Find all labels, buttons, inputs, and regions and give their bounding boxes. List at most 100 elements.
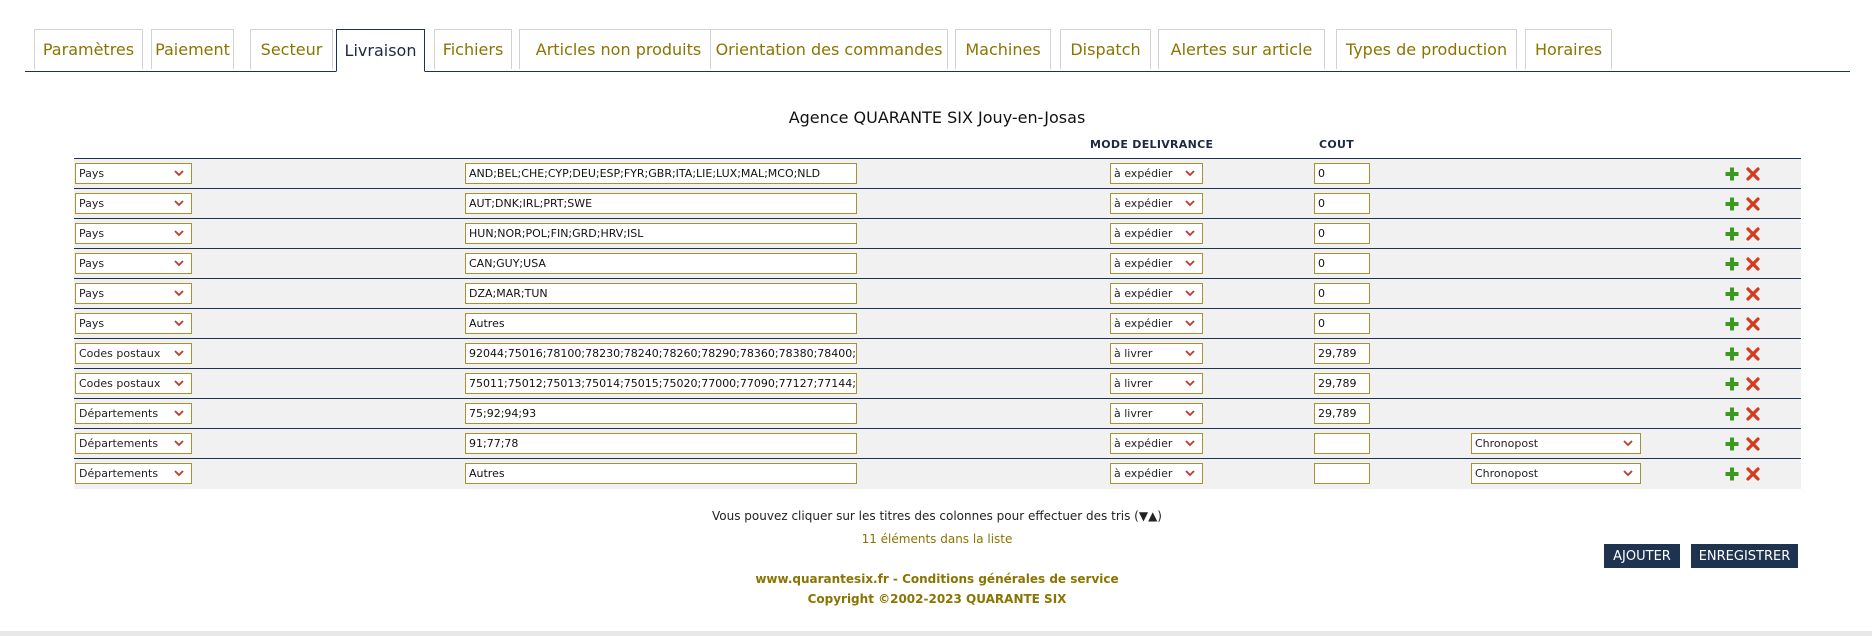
table-row: Départements 75;92;94;93 à livrer 29,789 xyxy=(74,398,1801,428)
plus-icon[interactable] xyxy=(1724,226,1740,242)
tab-orientation-des-commandes[interactable]: Orientation des commandes xyxy=(710,29,948,69)
close-icon[interactable] xyxy=(1745,436,1761,452)
criteria-values-input[interactable]: Autres xyxy=(465,313,857,334)
cost-input[interactable]: 29,789 xyxy=(1314,343,1370,364)
tab-paiement[interactable]: Paiement xyxy=(151,29,234,69)
criteria-values-input[interactable]: 75;92;94;93 xyxy=(465,403,857,424)
close-icon[interactable] xyxy=(1745,316,1761,332)
delivery-mode-select[interactable]: à expédier xyxy=(1110,283,1203,304)
criteria-values-input[interactable]: 91;77;78 xyxy=(465,433,857,454)
criteria-type-select[interactable]: Pays xyxy=(75,253,192,274)
criteria-values-input[interactable]: CAN;GUY;USA xyxy=(465,253,857,274)
delivery-mode-select[interactable]: à expédier xyxy=(1110,253,1203,274)
tab-paramètres[interactable]: Paramètres xyxy=(34,29,143,69)
criteria-type-select[interactable]: Pays xyxy=(75,313,192,334)
delivery-mode-select[interactable]: à expédier xyxy=(1110,193,1203,214)
close-icon[interactable] xyxy=(1745,376,1761,392)
cost-input[interactable]: 29,789 xyxy=(1314,403,1370,424)
column-header-cout[interactable]: COUT xyxy=(1319,138,1354,151)
plus-icon[interactable] xyxy=(1724,196,1740,212)
criteria-type-select[interactable]: Départements xyxy=(75,433,192,454)
tab-alertes-sur-article[interactable]: Alertes sur article xyxy=(1158,29,1325,69)
cost-input[interactable] xyxy=(1314,463,1370,484)
cost-input[interactable]: 0 xyxy=(1314,313,1370,334)
criteria-type-select[interactable]: Codes postaux xyxy=(75,343,192,364)
delivery-mode-value: à expédier xyxy=(1114,317,1173,330)
tab-dispatch[interactable]: Dispatch xyxy=(1060,29,1151,69)
close-icon[interactable] xyxy=(1745,256,1761,272)
tab-articles-non-produits[interactable]: Articles non produits xyxy=(519,29,718,69)
cost-input[interactable]: 0 xyxy=(1314,193,1370,214)
tab-horaires[interactable]: Horaires xyxy=(1525,29,1612,69)
cost-input[interactable]: 0 xyxy=(1314,163,1370,184)
add-button[interactable]: AJOUTER xyxy=(1604,544,1680,568)
criteria-type-value: Pays xyxy=(79,197,105,210)
carrier-select[interactable]: Chronopost xyxy=(1471,433,1641,454)
plus-icon[interactable] xyxy=(1724,436,1740,452)
criteria-values-input[interactable]: Autres xyxy=(465,463,857,484)
plus-icon[interactable] xyxy=(1724,286,1740,302)
criteria-type-value: Pays xyxy=(79,227,105,240)
save-button[interactable]: ENREGISTRER xyxy=(1691,544,1798,568)
delivery-mode-select[interactable]: à livrer xyxy=(1110,373,1203,394)
criteria-values-input[interactable]: 75011;75012;75013;75014;75015;75020;7700… xyxy=(465,373,857,394)
carrier-select[interactable]: Chronopost xyxy=(1471,463,1641,484)
criteria-values-input[interactable]: AND;BEL;CHE;CYP;DEU;ESP;FYR;GBR;ITA;LIE;… xyxy=(465,163,857,184)
delivery-mode-select[interactable]: à expédier xyxy=(1110,313,1203,334)
chevron-down-icon xyxy=(173,227,185,239)
criteria-type-select[interactable]: Départements xyxy=(75,463,192,484)
plus-icon[interactable] xyxy=(1724,256,1740,272)
tab-livraison[interactable]: Livraison xyxy=(336,29,425,72)
close-icon[interactable] xyxy=(1745,286,1761,302)
criteria-values-input[interactable]: AUT;DNK;IRL;PRT;SWE xyxy=(465,193,857,214)
delivery-mode-select[interactable]: à expédier xyxy=(1110,463,1203,484)
delivery-mode-select[interactable]: à livrer xyxy=(1110,403,1203,424)
plus-icon[interactable] xyxy=(1724,346,1740,362)
criteria-type-select[interactable]: Pays xyxy=(75,223,192,244)
chevron-down-icon xyxy=(1184,227,1196,239)
criteria-values-input[interactable]: DZA;MAR;TUN xyxy=(465,283,857,304)
delivery-mode-select[interactable]: à expédier xyxy=(1110,163,1203,184)
cost-input[interactable] xyxy=(1314,433,1370,454)
tab-bar: Paramètres Paiement Secteur Livraison Fichie… xyxy=(25,28,1850,72)
cost-input[interactable]: 0 xyxy=(1314,223,1370,244)
criteria-type-select[interactable]: Codes postaux xyxy=(75,373,192,394)
plus-icon[interactable] xyxy=(1724,406,1740,422)
close-icon[interactable] xyxy=(1745,196,1761,212)
delivery-mode-select[interactable]: à livrer xyxy=(1110,343,1203,364)
column-header-mode[interactable]: MODE DELIVRANCE xyxy=(1090,138,1213,151)
tab-machines[interactable]: Machines xyxy=(955,29,1051,69)
criteria-type-select[interactable]: Pays xyxy=(75,193,192,214)
criteria-type-select[interactable]: Pays xyxy=(75,163,192,184)
plus-icon[interactable] xyxy=(1724,466,1740,482)
tab-fichiers[interactable]: Fichiers xyxy=(434,29,512,69)
plus-icon[interactable] xyxy=(1724,166,1740,182)
criteria-type-select[interactable]: Pays xyxy=(75,283,192,304)
criteria-type-value: Départements xyxy=(79,407,159,420)
criteria-values-input[interactable]: 92044;75016;78100;78230;78240;78260;7829… xyxy=(465,343,857,364)
cost-input[interactable]: 0 xyxy=(1314,253,1370,274)
sort-hint: Vous pouvez cliquer sur les titres des c… xyxy=(712,509,1162,523)
tab-types-de-production[interactable]: Types de production xyxy=(1336,29,1517,69)
delivery-mode-select[interactable]: à expédier xyxy=(1110,223,1203,244)
delivery-mode-value: à expédier xyxy=(1114,467,1173,480)
criteria-type-select[interactable]: Départements xyxy=(75,403,192,424)
cost-input[interactable]: 29,789 xyxy=(1314,373,1370,394)
close-icon[interactable] xyxy=(1745,226,1761,242)
footer-links[interactable]: www.quarantesix.fr - Conditions générale… xyxy=(0,572,1872,586)
close-icon[interactable] xyxy=(1745,466,1761,482)
table-row: Codes postaux 92044;75016;78100;78230;782… xyxy=(74,338,1801,368)
close-icon[interactable] xyxy=(1745,166,1761,182)
close-icon[interactable] xyxy=(1745,346,1761,362)
chevron-down-icon xyxy=(173,377,185,389)
delivery-mode-value: à expédier xyxy=(1114,287,1173,300)
delivery-mode-select[interactable]: à expédier xyxy=(1110,433,1203,454)
criteria-type-value: Départements xyxy=(79,437,159,450)
plus-icon[interactable] xyxy=(1724,316,1740,332)
criteria-values-input[interactable]: HUN;NOR;POL;FIN;GRD;HRV;ISL xyxy=(465,223,857,244)
plus-icon[interactable] xyxy=(1724,376,1740,392)
chevron-down-icon xyxy=(173,347,185,359)
close-icon[interactable] xyxy=(1745,406,1761,422)
tab-secteur[interactable]: Secteur xyxy=(250,29,333,69)
cost-input[interactable]: 0 xyxy=(1314,283,1370,304)
